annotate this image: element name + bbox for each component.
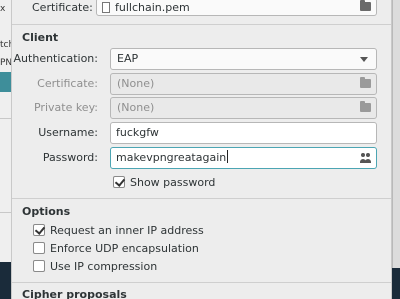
background-window-right [392, 0, 400, 299]
chevron-down-icon [360, 57, 368, 62]
private-key-row: Private key: (None) [12, 97, 391, 119]
username-value: fuckgfw [116, 126, 159, 139]
folder-icon [360, 101, 371, 112]
username-row: Username: fuckgfw [12, 122, 391, 144]
show-password-checkbox[interactable] [113, 176, 125, 188]
show-password-label: Show password [130, 176, 216, 189]
password-label: Password: [42, 151, 98, 164]
client-certificate-row: Certificate: (None) [12, 73, 391, 95]
inner-ip-label: Request an inner IP address [50, 224, 204, 237]
password-row: Password: makevpngreatagain [12, 147, 391, 169]
private-key-chooser[interactable]: (None) [110, 97, 377, 119]
username-input[interactable]: fuckgfw [110, 122, 377, 144]
private-key-value: (None) [117, 101, 155, 114]
vpn-settings-panel: Certificate: fullchain.pem Client Authen… [11, 0, 392, 299]
client-certificate-chooser[interactable]: (None) [110, 73, 377, 95]
authentication-value: EAP [117, 52, 139, 65]
udp-encapsulation-label: Enforce UDP encapsulation [50, 242, 199, 255]
server-certificate-chooser[interactable]: fullchain.pem [96, 0, 377, 16]
background-taskbar [392, 268, 400, 299]
server-certificate-file: fullchain.pem [115, 1, 190, 14]
authentication-row: Authentication: EAP [12, 48, 391, 70]
section-divider [12, 24, 391, 25]
text-caret [227, 150, 229, 163]
authentication-select[interactable]: EAP [110, 48, 377, 70]
password-input[interactable]: makevpngreatagain [110, 147, 377, 169]
client-section-title: Client [22, 31, 59, 44]
client-certificate-value: (None) [117, 77, 155, 90]
ip-compression-label: Use IP compression [50, 260, 158, 273]
server-certificate-label: Certificate: [32, 1, 93, 14]
client-certificate-label: Certificate: [37, 77, 98, 90]
background-text: x [0, 4, 6, 14]
folder-icon [360, 77, 371, 88]
inner-ip-checkbox[interactable] [33, 224, 45, 236]
ip-compression-checkbox[interactable] [33, 260, 45, 272]
folder-icon [360, 0, 371, 11]
inner-ip-option[interactable]: Request an inner IP address [33, 223, 233, 239]
cipher-proposals-title: Cipher proposals [22, 288, 127, 299]
authentication-label: Authentication: [13, 52, 98, 65]
username-label: Username: [38, 126, 98, 139]
udp-encapsulation-checkbox[interactable] [33, 242, 45, 254]
options-section-title: Options [22, 205, 71, 218]
document-icon [102, 2, 110, 13]
password-value: makevpngreatagain [116, 151, 227, 164]
private-key-label: Private key: [33, 101, 98, 114]
server-certificate-row: Certificate: fullchain.pem [12, 0, 391, 18]
udp-encapsulation-option[interactable]: Enforce UDP encapsulation [33, 241, 233, 257]
section-divider [12, 282, 391, 283]
show-password-toggle[interactable]: Show password [113, 175, 263, 191]
password-value-wrap: makevpngreatagain [116, 148, 229, 168]
users-icon[interactable] [360, 153, 372, 163]
ip-compression-option[interactable]: Use IP compression [33, 259, 233, 275]
section-divider [12, 198, 391, 199]
